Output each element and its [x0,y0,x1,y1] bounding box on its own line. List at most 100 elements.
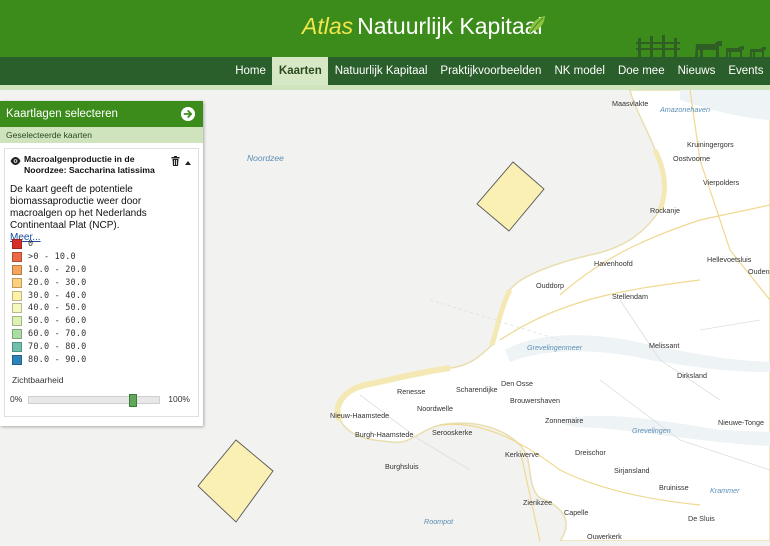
opacity-min-label: 0% [10,394,23,404]
layer-title: Macroalgenproductie in de Noordzee: Sacc… [24,154,155,175]
place-label: Noordwelle [417,404,453,413]
place-label: Capelle [564,508,589,517]
place-label: Vierpolders [703,178,740,187]
place-label: Ouwerkerk [587,532,622,541]
collapse-caret-icon[interactable] [185,161,191,165]
place-label: Serooskerke [432,428,473,437]
legend-label: 50.0 - 60.0 [28,316,87,327]
legend-label: 20.0 - 30.0 [28,277,87,288]
water-label: Amazonehaven [660,105,710,114]
opacity-label: Zichtbaarheid [12,375,64,385]
legend-label: 0 [28,239,34,250]
place-label: Sirjansland [614,466,650,475]
main-navigation: Home Kaarten Natuurlijk Kapitaal Praktij… [0,57,770,85]
site-header: Atlas Natuurlijk Kapitaal [0,0,770,57]
legend-swatch [12,316,22,327]
place-label: Renesse [397,387,426,396]
legend: 0 >0 - 10.0 10.0 - 20.0 20.0 - 30.0 30.0… [12,238,87,366]
legend-item: >0 - 10.0 [12,251,87,264]
place-label: Den Osse [501,379,533,388]
legend-label: 80.0 - 90.0 [28,354,87,365]
arrow-right-icon[interactable] [181,107,195,121]
legend-item: 20.0 - 30.0 [12,276,87,289]
water-label: Roompot [424,517,454,526]
place-label: Bruinisse [659,483,689,492]
water-label: Noordzee [247,153,284,163]
place-label: Kerkwerve [505,450,539,459]
farm-illustration [636,35,766,57]
legend-label: >0 - 10.0 [28,252,76,263]
legend-label: 30.0 - 40.0 [28,290,87,301]
place-label: Burghsluis [385,462,419,471]
place-label: Zierikzee [523,498,553,507]
nav-events[interactable]: Events [722,57,770,85]
opacity-max-label: 100% [168,394,190,404]
legend-item: 60.0 - 70.0 [12,328,87,341]
selected-maps-label: Geselecteerde kaarten [0,127,203,143]
legend-swatch [12,328,22,339]
place-label: Nieuw-Haamstede [330,411,390,420]
legend-label: 40.0 - 50.0 [28,303,87,314]
legend-item: 0 [12,238,87,251]
legend-label: 10.0 - 20.0 [28,264,87,275]
layer-panel: Kaartlagen selecteren Geselecteerde kaar… [0,101,203,426]
legend-item: 70.0 - 80.0 [12,340,87,353]
water-label: Grevelingen [632,426,671,435]
macroalgae-zone-south[interactable] [197,439,274,523]
legend-item: 10.0 - 20.0 [12,264,87,277]
place-label: Hellevoetsluis [707,255,752,264]
opacity-slider-row: 0% 100% [10,393,190,407]
water-label: Grevelingenmeer [527,343,583,352]
layer-panel-header[interactable]: Kaartlagen selecteren [0,101,203,127]
legend-item: 40.0 - 50.0 [12,302,87,315]
nav-doe-mee[interactable]: Doe mee [611,57,671,85]
layer-card: Macroalgenproductie in de Noordzee: Sacc… [4,148,199,417]
legend-label: 60.0 - 70.0 [28,328,87,339]
legend-swatch [12,277,22,288]
macroalgae-zone-north[interactable] [476,161,545,232]
place-label: Stellendam [612,292,648,301]
place-label: Zonnemaire [545,416,584,425]
leaf-icon [529,16,545,34]
place-label: Dreischor [575,448,606,457]
opacity-slider-track[interactable] [28,394,160,407]
place-label: Scharendijke [456,385,498,394]
legend-swatch [12,252,22,263]
opacity-slider-handle[interactable] [129,394,137,407]
layer-panel-title: Kaartlagen selecteren [6,108,118,120]
nav-natuurlijk-kapitaal[interactable]: Natuurlijk Kapitaal [328,57,434,85]
layer-description: De kaart geeft de potentiele biomassapro… [10,184,195,244]
nav-praktijkvoorbeelden[interactable]: Praktijkvoorbeelden [434,57,548,85]
place-label: De Sluis [688,514,715,523]
place-label: Rockanje [650,206,680,215]
place-label: Ouddorp [536,281,564,290]
site-logo[interactable]: Atlas Natuurlijk Kapitaal [302,13,543,40]
legend-swatch [12,354,22,365]
place-label: Brouwershaven [510,396,560,405]
legend-item: 80.0 - 90.0 [12,353,87,366]
place-label: Maasvlakte [612,99,649,108]
layer-description-text: De kaart geeft de potentiele biomassapro… [10,184,147,231]
legend-label: 70.0 - 80.0 [28,341,87,352]
place-label: Burgh-Haamstede [355,430,414,439]
place-label: Oostvoorne [673,154,711,163]
place-label: Oudenh [748,267,770,276]
nav-kaarten[interactable]: Kaarten [272,57,329,85]
nav-nk-model[interactable]: NK model [548,57,612,85]
logo-title-text: Natuurlijk Kapitaal [357,13,543,39]
place-label: Melissant [649,341,680,350]
legend-swatch [12,239,22,250]
place-label: Havenhoofd [594,259,633,268]
eye-icon[interactable] [10,157,21,165]
legend-item: 50.0 - 60.0 [12,315,87,328]
water-label: Krammer [710,486,740,495]
legend-swatch [12,341,22,352]
legend-swatch [12,264,22,275]
nav-nieuws[interactable]: Nieuws [671,57,722,85]
nav-home[interactable]: Home [229,57,273,85]
trash-icon[interactable] [171,156,180,166]
legend-swatch [12,290,22,301]
legend-item: 30.0 - 40.0 [12,289,87,302]
legend-swatch [12,303,22,314]
place-label: Nieuwe-Tonge [718,418,764,427]
